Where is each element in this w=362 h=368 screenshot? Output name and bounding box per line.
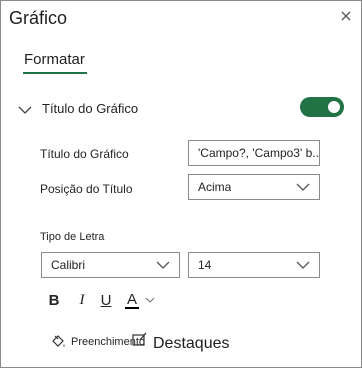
font-color-bar xyxy=(125,306,139,309)
chart-title-toggle[interactable] xyxy=(300,97,344,117)
chevron-down-icon xyxy=(156,261,170,269)
underline-button[interactable]: U xyxy=(97,289,115,311)
toggle-knob xyxy=(328,101,340,113)
chevron-down-icon[interactable] xyxy=(18,102,32,114)
chevron-down-icon xyxy=(296,261,310,269)
chevron-down-icon xyxy=(296,183,310,191)
title-position-value: Acima xyxy=(198,180,232,194)
font-family-value: Calibri xyxy=(51,258,86,272)
title-position-dropdown[interactable]: Acima xyxy=(188,174,320,200)
tab-formatar[interactable]: Formatar xyxy=(24,51,85,68)
font-section-label: Tipo de Letra xyxy=(40,231,105,243)
close-icon[interactable] xyxy=(338,8,354,24)
italic-button[interactable]: I xyxy=(73,289,91,311)
font-size-dropdown[interactable]: 14 xyxy=(188,252,320,278)
font-size-value: 14 xyxy=(198,258,212,272)
paint-bucket-icon xyxy=(49,333,67,351)
tab-active-indicator xyxy=(23,72,87,74)
format-pane: Gráfico Formatar Título do Gráfico Títul… xyxy=(0,0,362,368)
chart-title-input[interactable]: 'Campo?, 'Campo3' b... xyxy=(188,140,320,166)
title-position-label: Posição do Título xyxy=(40,182,133,196)
chart-title-input-value: 'Campo?, 'Campo3' b... xyxy=(198,146,320,160)
font-color-button[interactable]: A xyxy=(122,289,142,311)
section-chart-title-label[interactable]: Título do Gráfico xyxy=(42,101,138,116)
font-color-glyph: A xyxy=(126,290,137,308)
pane-title: Gráfico xyxy=(9,8,68,28)
border-icon xyxy=(131,331,147,347)
font-family-dropdown[interactable]: Calibri xyxy=(41,252,180,278)
title-field-label: Título do Gráfico xyxy=(40,147,129,161)
highlights-tab[interactable]: Destaques xyxy=(153,335,230,353)
font-color-chevron-icon[interactable] xyxy=(144,289,156,311)
bold-button[interactable]: B xyxy=(45,289,63,311)
